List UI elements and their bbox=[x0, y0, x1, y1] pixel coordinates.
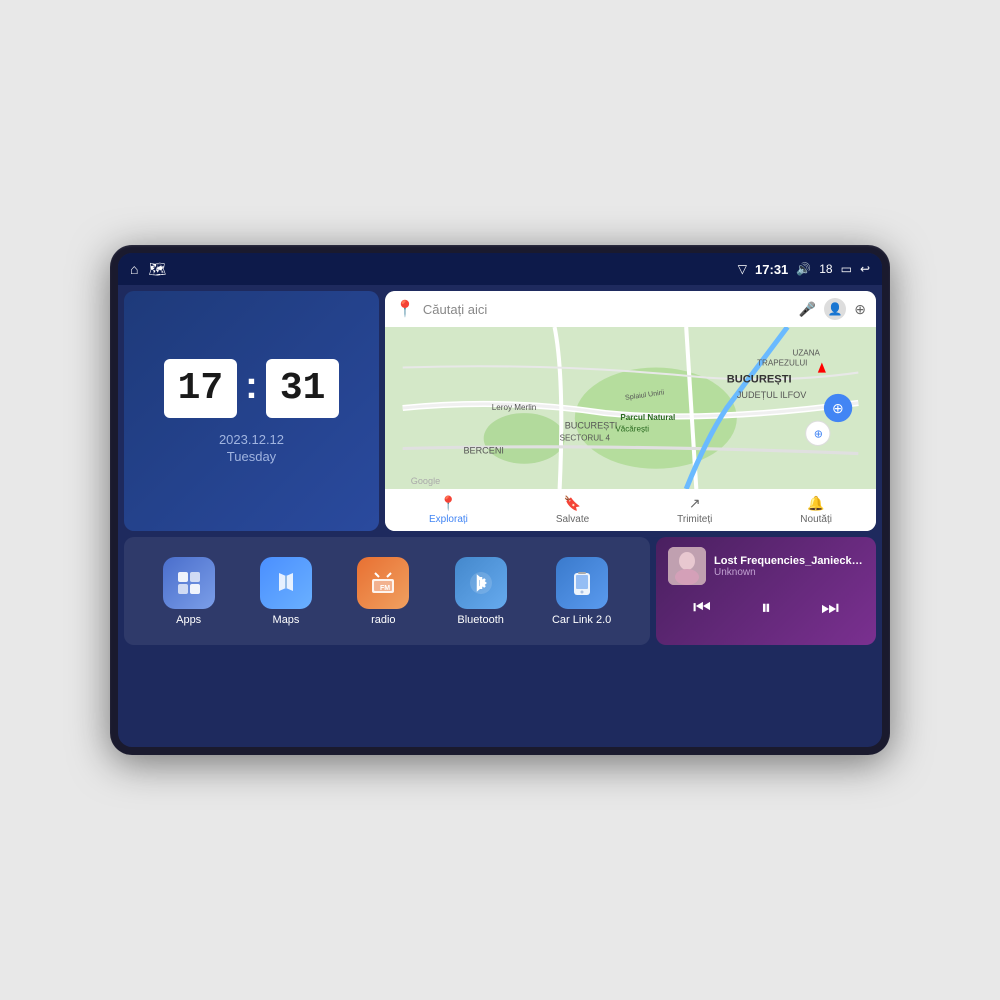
music-text: Lost Frequencies_Janieck Devy-... Unknow… bbox=[714, 555, 864, 578]
map-area[interactable]: BUCUREȘTI JUDEȚUL ILFOV BUCUREȘTI SECTOR… bbox=[385, 327, 876, 489]
svg-text:Leroy Merlin: Leroy Merlin bbox=[492, 403, 537, 412]
svg-text:BERCENI: BERCENI bbox=[463, 446, 504, 456]
clock-colon: : bbox=[245, 365, 258, 408]
map-tab-salvate-label: Salvate bbox=[556, 514, 589, 525]
music-title: Lost Frequencies_Janieck Devy-... bbox=[714, 555, 864, 567]
maps-icon-svg bbox=[272, 569, 300, 597]
status-bar: ⌂ 🗺 ▽ 17:31 🔊 18 ▭ ↩ bbox=[118, 253, 882, 285]
map-search-right: 🎤 👤 ⊕ bbox=[799, 298, 866, 320]
map-tab-noutati[interactable]: 🔔 Noutăți bbox=[800, 495, 832, 525]
play-pause-button[interactable]: ⏸ bbox=[753, 595, 779, 622]
apps-label: Apps bbox=[176, 614, 201, 626]
signal-icon: ▽ bbox=[738, 262, 747, 276]
explore-icon: 📍 bbox=[440, 495, 457, 512]
status-right: ▽ 17:31 🔊 18 ▭ ↩ bbox=[738, 262, 870, 277]
top-section: 17 : 31 2023.12.12 Tuesday 📍 Căutați aic… bbox=[124, 291, 876, 531]
clock-widget: 17 : 31 2023.12.12 Tuesday bbox=[124, 291, 379, 531]
maps-status-icon[interactable]: 🗺 bbox=[148, 261, 166, 278]
account-icon[interactable]: 👤 bbox=[824, 298, 846, 320]
status-time: 17:31 bbox=[755, 262, 788, 277]
volume-level: 18 bbox=[819, 262, 832, 276]
app-item-bluetooth[interactable]: Bluetooth bbox=[455, 557, 507, 626]
maps-icon bbox=[260, 557, 312, 609]
more-icon[interactable]: ⊕ bbox=[854, 301, 866, 318]
bluetooth-icon-svg bbox=[467, 569, 495, 597]
apps-row: Apps Maps bbox=[124, 537, 650, 645]
carlink-label: Car Link 2.0 bbox=[552, 614, 611, 626]
svg-text:Parcul Natural: Parcul Natural bbox=[620, 413, 675, 422]
map-tab-salvate[interactable]: 🔖 Salvate bbox=[556, 495, 589, 525]
device-screen: ⌂ 🗺 ▽ 17:31 🔊 18 ▭ ↩ 17 : bbox=[118, 253, 882, 747]
clock-date: 2023.12.12 bbox=[219, 432, 284, 447]
share-icon: ↗ bbox=[689, 495, 701, 512]
battery-icon: ▭ bbox=[841, 262, 852, 276]
music-info: Lost Frequencies_Janieck Devy-... Unknow… bbox=[668, 547, 864, 585]
svg-text:UZANA: UZANA bbox=[793, 348, 821, 357]
map-widget: 📍 Căutați aici 🎤 👤 ⊕ bbox=[385, 291, 876, 531]
maps-label: Maps bbox=[273, 614, 300, 626]
next-button[interactable]: ⏭ bbox=[813, 595, 847, 622]
map-tab-explorati[interactable]: 📍 Explorați bbox=[429, 495, 468, 525]
svg-text:FM: FM bbox=[380, 585, 390, 592]
map-tab-explorati-label: Explorați bbox=[429, 514, 468, 525]
news-icon: 🔔 bbox=[807, 495, 824, 512]
radio-icon-svg: FM bbox=[369, 569, 397, 597]
clock-minutes: 31 bbox=[266, 359, 340, 418]
app-item-carlink[interactable]: Car Link 2.0 bbox=[552, 557, 611, 626]
map-tab-noutati-label: Noutăți bbox=[800, 514, 832, 525]
music-controls: ⏮ ⏸ ⏭ bbox=[668, 595, 864, 622]
music-artist: Unknown bbox=[714, 567, 864, 578]
carlink-icon bbox=[556, 557, 608, 609]
app-item-maps[interactable]: Maps bbox=[260, 557, 312, 626]
map-tab-trimiteti[interactable]: ↗ Trimiteți bbox=[677, 495, 712, 525]
map-search-input[interactable]: Căutați aici bbox=[423, 302, 791, 317]
svg-text:BUCUREȘTI: BUCUREȘTI bbox=[727, 374, 792, 386]
clock-display: 17 : 31 bbox=[164, 359, 340, 418]
map-search-bar[interactable]: 📍 Căutați aici 🎤 👤 ⊕ bbox=[385, 291, 876, 327]
bluetooth-label: Bluetooth bbox=[457, 614, 503, 626]
carlink-icon-svg bbox=[568, 569, 596, 597]
map-bottom-bar: 📍 Explorați 🔖 Salvate ↗ Trimiteți 🔔 bbox=[385, 489, 876, 531]
app-item-radio[interactable]: FM radio bbox=[357, 557, 409, 626]
svg-text:⊕: ⊕ bbox=[832, 401, 844, 417]
radio-label: radio bbox=[371, 614, 395, 626]
status-left: ⌂ 🗺 bbox=[130, 261, 166, 278]
clock-hours: 17 bbox=[164, 359, 238, 418]
app-item-apps[interactable]: Apps bbox=[163, 557, 215, 626]
svg-text:SECTORUL 4: SECTORUL 4 bbox=[560, 433, 611, 442]
map-tab-trimiteti-label: Trimiteți bbox=[677, 514, 712, 525]
music-widget: Lost Frequencies_Janieck Devy-... Unknow… bbox=[656, 537, 876, 645]
svg-text:⊕: ⊕ bbox=[814, 428, 823, 440]
device-frame: ⌂ 🗺 ▽ 17:31 🔊 18 ▭ ↩ 17 : bbox=[110, 245, 890, 755]
svg-text:Văcărești: Văcărești bbox=[615, 424, 649, 433]
svg-text:BUCUREȘTI: BUCUREȘTI bbox=[565, 420, 618, 430]
home-icon[interactable]: ⌂ bbox=[130, 261, 138, 277]
prev-button[interactable]: ⏮ bbox=[685, 595, 719, 622]
svg-text:JUDEȚUL ILFOV: JUDEȚUL ILFOV bbox=[737, 390, 807, 400]
music-thumbnail bbox=[668, 547, 706, 585]
mic-icon[interactable]: 🎤 bbox=[799, 301, 816, 318]
apps-icon-svg bbox=[175, 569, 203, 597]
map-svg: BUCUREȘTI JUDEȚUL ILFOV BUCUREȘTI SECTOR… bbox=[385, 327, 876, 489]
save-icon: 🔖 bbox=[564, 495, 581, 512]
main-content: 17 : 31 2023.12.12 Tuesday 📍 Căutați aic… bbox=[118, 285, 882, 747]
album-art bbox=[668, 547, 706, 585]
volume-icon: 🔊 bbox=[796, 262, 811, 276]
radio-icon: FM bbox=[357, 557, 409, 609]
clock-day: Tuesday bbox=[227, 449, 276, 464]
svg-text:TRAPEZULUI: TRAPEZULUI bbox=[757, 358, 807, 367]
apps-icon bbox=[163, 557, 215, 609]
back-icon[interactable]: ↩ bbox=[860, 262, 870, 276]
bottom-section: Apps Maps bbox=[124, 537, 876, 645]
svg-text:Google: Google bbox=[411, 476, 440, 486]
map-pin-icon: 📍 bbox=[395, 299, 415, 319]
bluetooth-icon bbox=[455, 557, 507, 609]
